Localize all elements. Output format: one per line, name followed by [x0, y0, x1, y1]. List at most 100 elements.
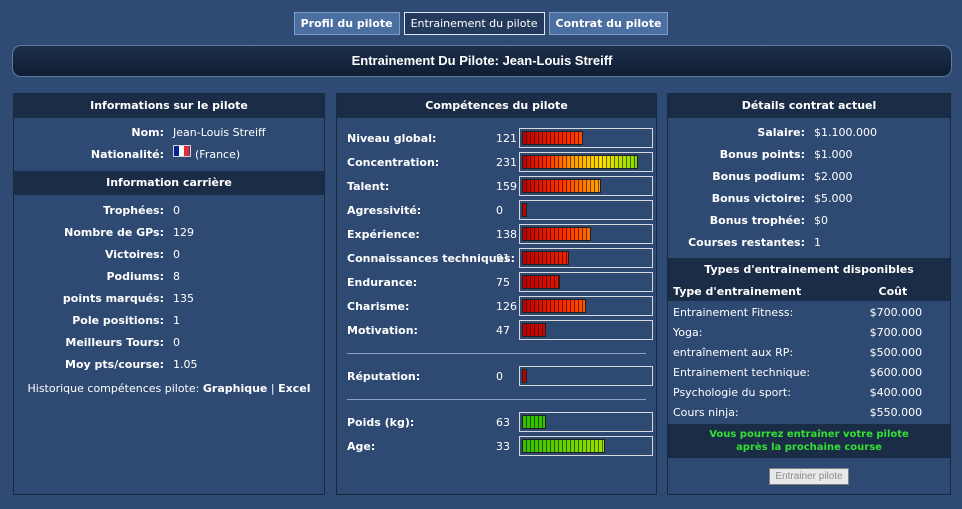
career-row: Nombre de GPs: 129: [14, 222, 324, 244]
row-value: $2.000: [814, 170, 853, 183]
contract-row: Salaire: $1.100.000: [668, 122, 950, 144]
skill-gauge: [519, 128, 653, 148]
physical-list: Poids (kg): 63 Age: 33: [337, 410, 656, 458]
name-value: Jean-Louis Streiff: [173, 126, 266, 139]
row-value: 129: [173, 226, 194, 239]
row-value: 0: [173, 248, 180, 261]
skills-list: Niveau global: 121 Concentration: 231 Talent…: [337, 126, 656, 342]
training-cost: $550.000: [869, 406, 923, 419]
col-cost: Coût: [878, 285, 908, 298]
divider: [347, 399, 646, 400]
training-type: Psychologie du sport:: [673, 386, 791, 399]
row-value: $5.000: [814, 192, 853, 205]
skill-gauge: [519, 366, 653, 386]
skill-value: 0: [496, 204, 503, 217]
tab-contrat[interactable]: Contrat du pilote: [548, 12, 669, 35]
tab-profil[interactable]: Profil du pilote: [293, 12, 400, 35]
nationality-row: Nationalité: (France): [14, 144, 324, 166]
history-excel-link[interactable]: Excel: [278, 382, 310, 395]
row-label: Pole positions:: [72, 314, 164, 327]
skill-gauge: [519, 224, 653, 244]
skill-gauge-fill: [522, 155, 638, 169]
skill-gauge-fill: [522, 179, 601, 193]
skill-label: Connaissances techniques:: [347, 252, 515, 265]
name-row: Nom: Jean-Louis Streiff: [14, 122, 324, 144]
contract-list: Salaire: $1.100.000 Bonus points: $1.000 Bon…: [668, 122, 950, 254]
skill-label: Motivation:: [347, 324, 418, 337]
skill-row: Concentration: 231: [337, 150, 656, 174]
career-row: Victoires: 0: [14, 244, 324, 266]
skill-value: 33: [496, 440, 510, 453]
tab-entrainement[interactable]: Entrainement du pilote: [403, 12, 545, 35]
train-driver-button[interactable]: Entrainer pilote: [769, 468, 849, 485]
row-label: Bonus points:: [719, 148, 805, 161]
row-value: $0: [814, 214, 828, 227]
notice-line-1: Vous pourrez entraîner votre pilote: [709, 429, 909, 440]
skill-value: 121: [496, 132, 517, 145]
skill-row: Age: 33: [337, 434, 656, 458]
france-flag-icon: [173, 145, 191, 157]
training-heading: Types d'entrainement disponibles: [668, 258, 950, 282]
skill-value: 75: [496, 276, 510, 289]
training-type: entraînement aux RP:: [673, 346, 794, 359]
row-value: 1.05: [173, 358, 198, 371]
row-label: Trophées:: [103, 204, 164, 217]
career-row: Pole positions: 1: [14, 310, 324, 332]
training-row: entraînement aux RP: $500.000: [668, 343, 950, 363]
skill-row: Endurance: 75: [337, 270, 656, 294]
skill-value: 47: [496, 324, 510, 337]
skill-gauge-fill: [522, 415, 546, 429]
col-type: Type d'entrainement: [673, 285, 802, 298]
row-label: Courses restantes:: [688, 236, 805, 249]
skill-gauge-fill: [522, 299, 586, 313]
skill-gauge: [519, 320, 653, 340]
training-row: Psychologie du sport: $400.000: [668, 383, 950, 403]
skill-gauge-fill: [522, 251, 569, 265]
skill-label: Agressivité:: [347, 204, 422, 217]
row-label: Podiums:: [106, 270, 164, 283]
history-graph-link[interactable]: Graphique: [203, 382, 268, 395]
skill-row: Agressivité: 0: [337, 198, 656, 222]
skill-row: Expérience: 138: [337, 222, 656, 246]
skill-value: 63: [496, 416, 510, 429]
row-label: Salaire:: [757, 126, 805, 139]
skill-label: Expérience:: [347, 228, 420, 241]
skill-label: Endurance:: [347, 276, 418, 289]
skill-gauge-fill: [522, 275, 560, 289]
skill-gauge: [519, 272, 653, 292]
contract-row: Bonus points: $1.000: [668, 144, 950, 166]
skill-gauge: [519, 436, 653, 456]
contract-panel: Détails contrat actuel Salaire: $1.100.00…: [667, 93, 951, 495]
nationality-value: (France): [173, 144, 240, 166]
training-row: Yoga: $700.000: [668, 323, 950, 343]
training-row: Entrainement technique: $600.000: [668, 363, 950, 383]
skill-gauge-fill: [522, 131, 583, 145]
contract-row: Bonus victoire: $5.000: [668, 188, 950, 210]
driver-info-heading: Informations sur le pilote: [14, 94, 324, 118]
contract-heading: Détails contrat actuel: [668, 94, 950, 118]
reputation-list: Réputation: 0: [337, 364, 656, 388]
career-row: Moy pts/course: 1.05: [14, 354, 324, 376]
training-cost: $600.000: [869, 366, 923, 379]
skill-label: Age:: [347, 440, 376, 453]
training-type: Entrainement Fitness:: [673, 306, 794, 319]
row-label: Bonus podium:: [712, 170, 805, 183]
contract-row: Bonus trophée: $0: [668, 210, 950, 232]
career-row: points marqués: 135: [14, 288, 324, 310]
skill-row: Poids (kg): 63: [337, 410, 656, 434]
row-label: Moy pts/course:: [65, 358, 164, 371]
skill-value: 0: [496, 370, 503, 383]
row-value: 8: [173, 270, 180, 283]
nationality-text: (France): [195, 148, 241, 161]
skill-label: Concentration:: [347, 156, 440, 169]
skill-row: Réputation: 0: [337, 364, 656, 388]
training-cost: $700.000: [869, 326, 923, 339]
training-type: Cours ninja:: [673, 406, 739, 419]
skill-row: Talent: 159: [337, 174, 656, 198]
row-label: Bonus victoire:: [711, 192, 805, 205]
skills-panel: Compétences du pilote Niveau global: 121 C…: [336, 93, 657, 495]
contract-row: Bonus podium: $2.000: [668, 166, 950, 188]
skill-label: Charisme:: [347, 300, 410, 313]
row-label: Meilleurs Tours:: [65, 336, 164, 349]
name-label: Nom:: [131, 126, 164, 139]
